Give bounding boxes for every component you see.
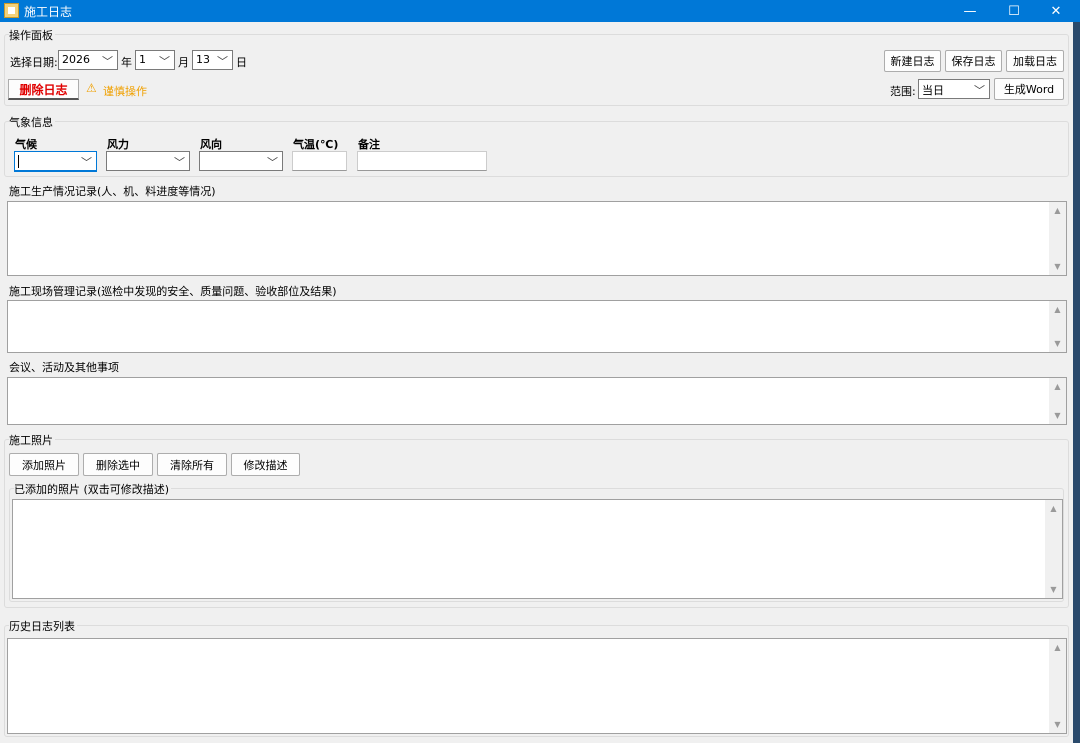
scroll-down-icon[interactable]: ▼ — [1049, 262, 1066, 271]
close-icon[interactable]: ✕ — [1036, 0, 1076, 22]
save-log-button[interactable]: 保存日志 — [945, 50, 1002, 72]
photos-legend: 施工照片 — [9, 432, 55, 448]
note-label: 备注 — [358, 138, 380, 151]
weather-select[interactable]: ﹀ — [14, 151, 97, 172]
temperature-input[interactable] — [292, 151, 347, 171]
production-record-textarea[interactable]: ▲ ▼ — [7, 201, 1067, 276]
chevron-down-icon: ﹀ — [174, 156, 185, 169]
weather-label: 气候 — [15, 138, 37, 151]
scroll-up-icon[interactable]: ▲ — [1045, 504, 1062, 513]
maximize-icon[interactable]: ☐ — [994, 0, 1034, 22]
day-select[interactable]: 13 ﹀ — [192, 50, 233, 70]
scroll-down-icon[interactable]: ▼ — [1049, 411, 1066, 420]
title-bar[interactable]: 施工日志 — ☐ ✕ — [0, 0, 1080, 22]
window-title: 施工日志 — [24, 5, 73, 19]
meetings-legend: 会议、活动及其他事项 — [9, 359, 121, 375]
wind-force-select[interactable]: ﹀ — [106, 151, 190, 171]
new-log-button[interactable]: 新建日志 — [884, 50, 941, 72]
scroll-down-icon[interactable]: ▼ — [1045, 585, 1062, 594]
photo-list-legend: 已添加的照片 (双击可修改描述) — [14, 481, 172, 497]
vertical-scrollbar[interactable]: ▲ ▼ — [1049, 639, 1066, 733]
scroll-up-icon[interactable]: ▲ — [1049, 382, 1066, 391]
delete-selected-button[interactable]: 删除选中 — [83, 453, 153, 476]
month-unit: 月 — [178, 56, 189, 69]
chevron-down-icon: ﹀ — [974, 84, 985, 97]
wind-direction-label: 风向 — [200, 138, 222, 151]
year-unit: 年 — [121, 56, 132, 69]
app-icon — [4, 3, 19, 18]
warning-text: 谨慎操作 — [103, 85, 147, 98]
scroll-up-icon[interactable]: ▲ — [1049, 305, 1066, 314]
weather-legend: 气象信息 — [9, 114, 55, 130]
meetings-textarea[interactable]: ▲ ▼ — [7, 377, 1067, 425]
vertical-scrollbar[interactable]: ▲ ▼ — [1049, 202, 1066, 275]
background-window-edge — [1073, 22, 1080, 743]
note-input[interactable] — [357, 151, 487, 171]
chevron-down-icon: ﹀ — [217, 55, 228, 68]
vertical-scrollbar[interactable]: ▲ ▼ — [1049, 301, 1066, 352]
chevron-down-icon: ﹀ — [81, 156, 92, 169]
day-unit: 日 — [236, 56, 247, 69]
add-photo-button[interactable]: 添加照片 — [9, 453, 79, 476]
year-select[interactable]: 2026 ﹀ — [58, 50, 118, 70]
edit-description-button[interactable]: 修改描述 — [231, 453, 300, 476]
management-record-textarea[interactable]: ▲ ▼ — [7, 300, 1067, 353]
temperature-label: 气温(℃) — [293, 138, 339, 151]
scroll-down-icon[interactable]: ▼ — [1049, 339, 1066, 348]
scroll-up-icon[interactable]: ▲ — [1049, 206, 1066, 215]
minimize-icon[interactable]: — — [950, 0, 990, 22]
ops-panel-legend: 操作面板 — [9, 27, 55, 43]
range-label: 范围: — [890, 85, 916, 98]
scroll-down-icon[interactable]: ▼ — [1049, 720, 1066, 729]
month-select[interactable]: 1 ﹀ — [135, 50, 175, 70]
history-listbox[interactable]: ▲ ▼ — [7, 638, 1067, 734]
wind-force-label: 风力 — [107, 138, 129, 151]
chevron-down-icon: ﹀ — [159, 55, 170, 68]
clear-all-button[interactable]: 清除所有 — [157, 453, 227, 476]
wind-direction-select[interactable]: ﹀ — [199, 151, 283, 171]
generate-word-button[interactable]: 生成Word — [994, 78, 1064, 100]
chevron-down-icon: ﹀ — [102, 55, 113, 68]
delete-log-button[interactable]: 删除日志 — [8, 79, 79, 100]
text-caret — [18, 155, 19, 168]
chevron-down-icon: ﹀ — [267, 156, 278, 169]
range-select[interactable]: 当日 ﹀ — [918, 79, 990, 99]
warning-icon: ⚠ — [86, 81, 97, 95]
load-log-button[interactable]: 加载日志 — [1006, 50, 1064, 72]
photo-listbox[interactable]: ▲ ▼ — [12, 499, 1063, 599]
management-legend: 施工现场管理记录(巡检中发现的安全、质量问题、验收部位及结果) — [9, 283, 339, 299]
scroll-up-icon[interactable]: ▲ — [1049, 643, 1066, 652]
production-legend: 施工生产情况记录(人、机、料进度等情况) — [9, 183, 218, 199]
vertical-scrollbar[interactable]: ▲ ▼ — [1049, 378, 1066, 424]
date-label: 选择日期: — [10, 56, 58, 69]
history-legend: 历史日志列表 — [9, 618, 77, 634]
vertical-scrollbar[interactable]: ▲ ▼ — [1045, 500, 1062, 598]
